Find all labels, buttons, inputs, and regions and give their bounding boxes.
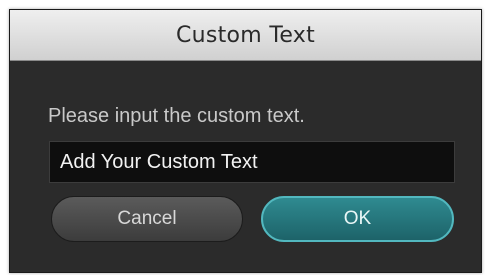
cancel-button[interactable]: Cancel xyxy=(51,196,243,242)
ok-button[interactable]: OK xyxy=(261,196,454,242)
dialog-title-bar[interactable]: Custom Text xyxy=(10,10,481,61)
dialog-title: Custom Text xyxy=(175,22,316,48)
custom-text-dialog: Custom Text Please input the custom text… xyxy=(9,9,482,273)
cancel-button-label: Cancel xyxy=(117,208,177,229)
ok-button-label: OK xyxy=(343,208,372,229)
prompt-label: Please input the custom text. xyxy=(48,105,305,127)
custom-text-input[interactable] xyxy=(49,141,455,183)
